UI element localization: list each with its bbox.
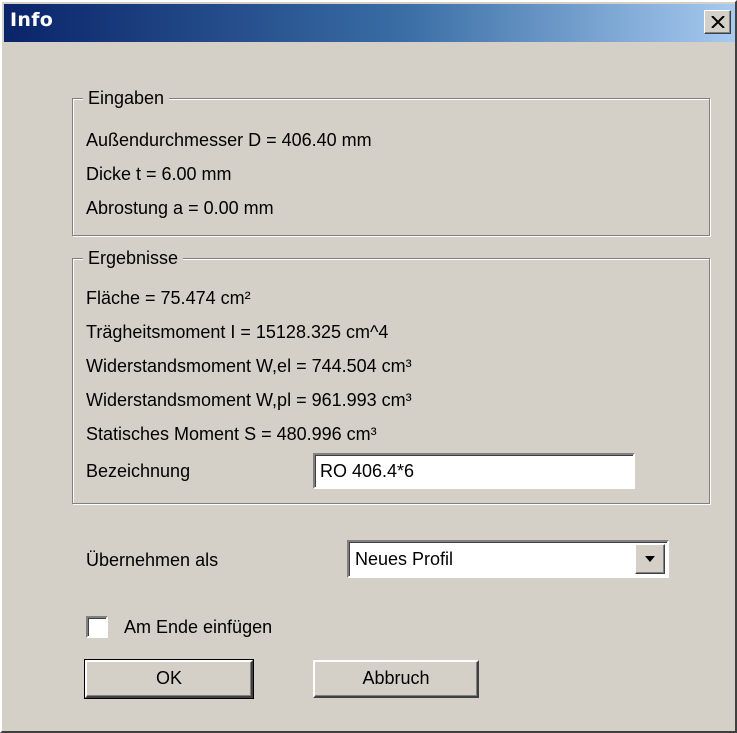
bezeichnung-label: Bezeichnung (86, 461, 191, 481)
chevron-down-icon (645, 556, 655, 562)
section-modulus-pl-text: Widerstandsmoment W,pl = 961.993 cm³ (86, 390, 412, 410)
uebernehmen-selected: Neues Profil (355, 549, 454, 569)
eingaben-legend: Eingaben (83, 86, 170, 110)
ok-button[interactable]: OK (84, 659, 254, 699)
window-title: Info (10, 9, 54, 31)
section-modulus-el-text: Widerstandsmoment W,el = 744.504 cm³ (86, 356, 412, 376)
am-ende-checkbox[interactable] (86, 616, 108, 638)
moment-of-inertia-text: Trägheitsmoment I = 15128.325 cm^4 (86, 322, 389, 342)
thickness-text: Dicke t = 6.00 mm (86, 164, 232, 184)
dropdown-button[interactable] (635, 544, 665, 574)
bezeichnung-input[interactable] (313, 453, 635, 489)
info-dialog: Info Eingaben Außendurchmesser D = 406.4… (0, 0, 737, 733)
ergebnisse-legend: Ergebnisse (83, 246, 184, 270)
am-ende-label: Am Ende einfügen (124, 617, 273, 637)
area-text: Fläche = 75.474 cm² (86, 288, 251, 308)
cancel-button[interactable]: Abbruch (313, 660, 479, 698)
outer-diameter-text: Außendurchmesser D = 406.40 mm (86, 130, 372, 150)
close-button[interactable] (704, 10, 731, 34)
static-moment-text: Statisches Moment S = 480.996 cm³ (86, 424, 377, 444)
uebernehmen-label: Übernehmen als (86, 550, 219, 570)
uebernehmen-select[interactable]: Neues Profil (347, 540, 669, 578)
corrosion-text: Abrostung a = 0.00 mm (86, 198, 274, 218)
close-icon (711, 16, 725, 28)
title-bar[interactable]: Info (4, 4, 735, 42)
